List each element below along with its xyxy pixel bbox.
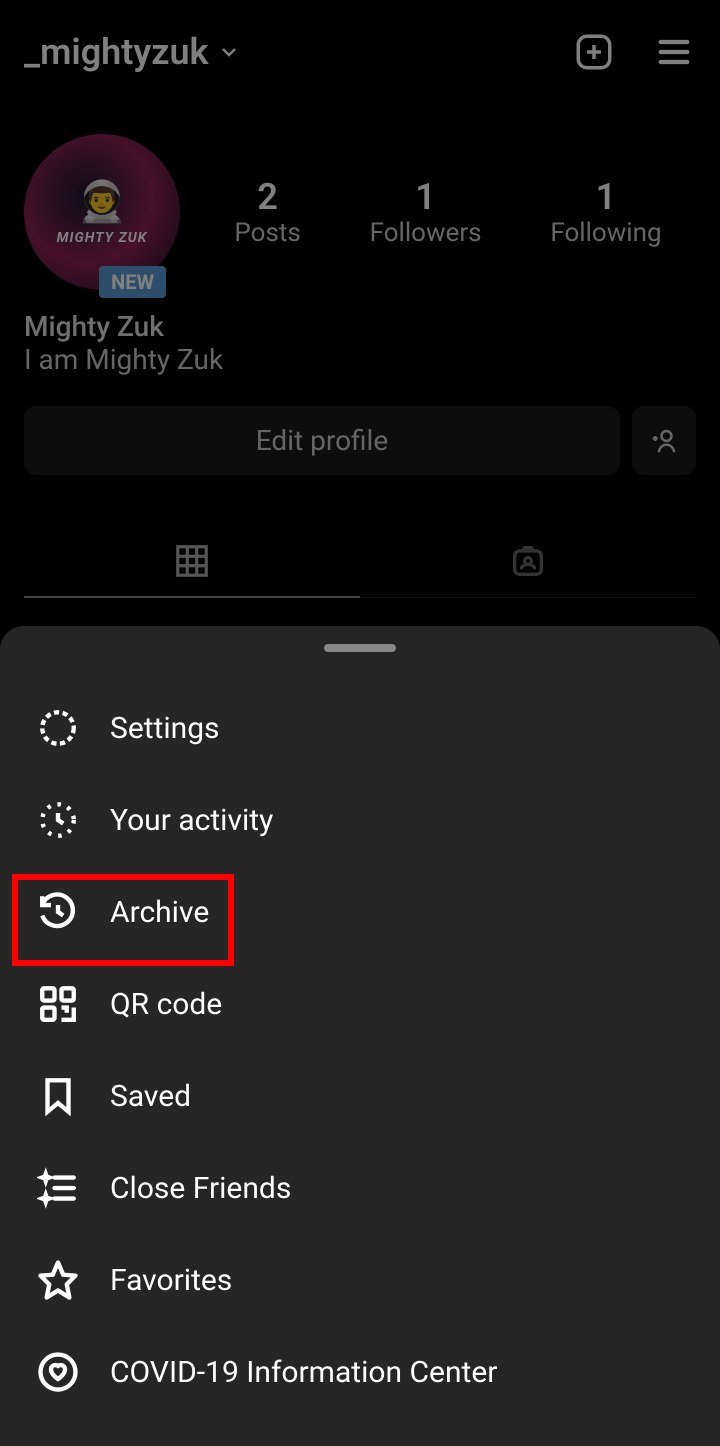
menu-label: QR code [110, 987, 222, 1022]
discover-people-button[interactable] [632, 406, 696, 475]
grid-tab[interactable] [24, 525, 360, 597]
menu-label: Favorites [110, 1263, 232, 1298]
menu-item-settings[interactable]: Settings [0, 682, 720, 774]
activity-icon [36, 798, 80, 842]
followers-count: 1 [370, 176, 482, 218]
following-label: Following [550, 218, 661, 248]
new-badge: NEW [99, 266, 166, 298]
display-name: Mighty Zuk [24, 310, 696, 343]
menu-label: Archive [110, 895, 209, 930]
avatar-container[interactable]: 👨‍🚀 MIGHTY ZUK NEW [24, 134, 180, 290]
menu-item-saved[interactable]: Saved [0, 1050, 720, 1142]
profile-top-row: 👨‍🚀 MIGHTY ZUK NEW 2 Posts 1 Followers 1… [24, 134, 696, 290]
heart-circle-icon [36, 1350, 80, 1394]
tagged-tab[interactable] [360, 525, 696, 597]
menu-label: Your activity [110, 803, 273, 838]
chevron-down-icon [217, 40, 241, 64]
followers-label: Followers [370, 218, 482, 248]
avatar-caption: MIGHTY ZUK [57, 230, 148, 246]
menu-label: Close Friends [110, 1171, 291, 1206]
profile-header: _mightyzuk [0, 0, 720, 94]
create-button[interactable] [572, 30, 616, 74]
bookmark-icon [36, 1074, 80, 1118]
plus-square-icon [573, 31, 615, 73]
archive-icon [36, 890, 80, 934]
list-star-icon [36, 1166, 80, 1210]
followers-stat[interactable]: 1 Followers [370, 176, 482, 248]
menu-item-close-friends[interactable]: Close Friends [0, 1142, 720, 1234]
menu-item-activity[interactable]: Your activity [0, 774, 720, 866]
posts-count: 2 [234, 176, 300, 218]
menu-item-favorites[interactable]: Favorites [0, 1234, 720, 1326]
header-actions [572, 30, 696, 74]
posts-label: Posts [234, 218, 300, 248]
action-row: Edit profile [24, 406, 696, 475]
menu-label: COVID-19 Information Center [110, 1355, 497, 1390]
menu-item-qrcode[interactable]: QR code [0, 958, 720, 1050]
qrcode-icon [36, 982, 80, 1026]
edit-profile-button[interactable]: Edit profile [24, 406, 620, 475]
bio-text: I am Mighty Zuk [24, 343, 696, 376]
profile-stats: 2 Posts 1 Followers 1 Following [200, 176, 696, 248]
menu-label: Saved [110, 1079, 191, 1114]
menu-button[interactable] [652, 30, 696, 74]
menu-label: Settings [110, 711, 220, 746]
posts-stat[interactable]: 2 Posts [234, 176, 300, 248]
star-icon [36, 1258, 80, 1302]
drag-handle[interactable] [324, 644, 396, 652]
profile-info: 👨‍🚀 MIGHTY ZUK NEW 2 Posts 1 Followers 1… [0, 94, 720, 598]
settings-icon [36, 706, 80, 750]
bio-section: Mighty Zuk I am Mighty Zuk [24, 310, 696, 376]
tagged-icon [508, 541, 548, 581]
username-text: _mightyzuk [24, 31, 209, 73]
avatar-graphic: 👨‍🚀 [77, 178, 127, 225]
following-count: 1 [550, 176, 661, 218]
username-dropdown[interactable]: _mightyzuk [24, 31, 241, 73]
profile-tabs [24, 525, 696, 598]
add-person-icon [649, 426, 679, 456]
hamburger-icon [654, 32, 694, 72]
following-stat[interactable]: 1 Following [550, 176, 661, 248]
grid-icon [173, 542, 211, 580]
menu-item-covid[interactable]: COVID-19 Information Center [0, 1326, 720, 1418]
options-bottom-sheet: Settings Your activity Archive [0, 626, 720, 1446]
menu-item-archive[interactable]: Archive [0, 866, 720, 958]
